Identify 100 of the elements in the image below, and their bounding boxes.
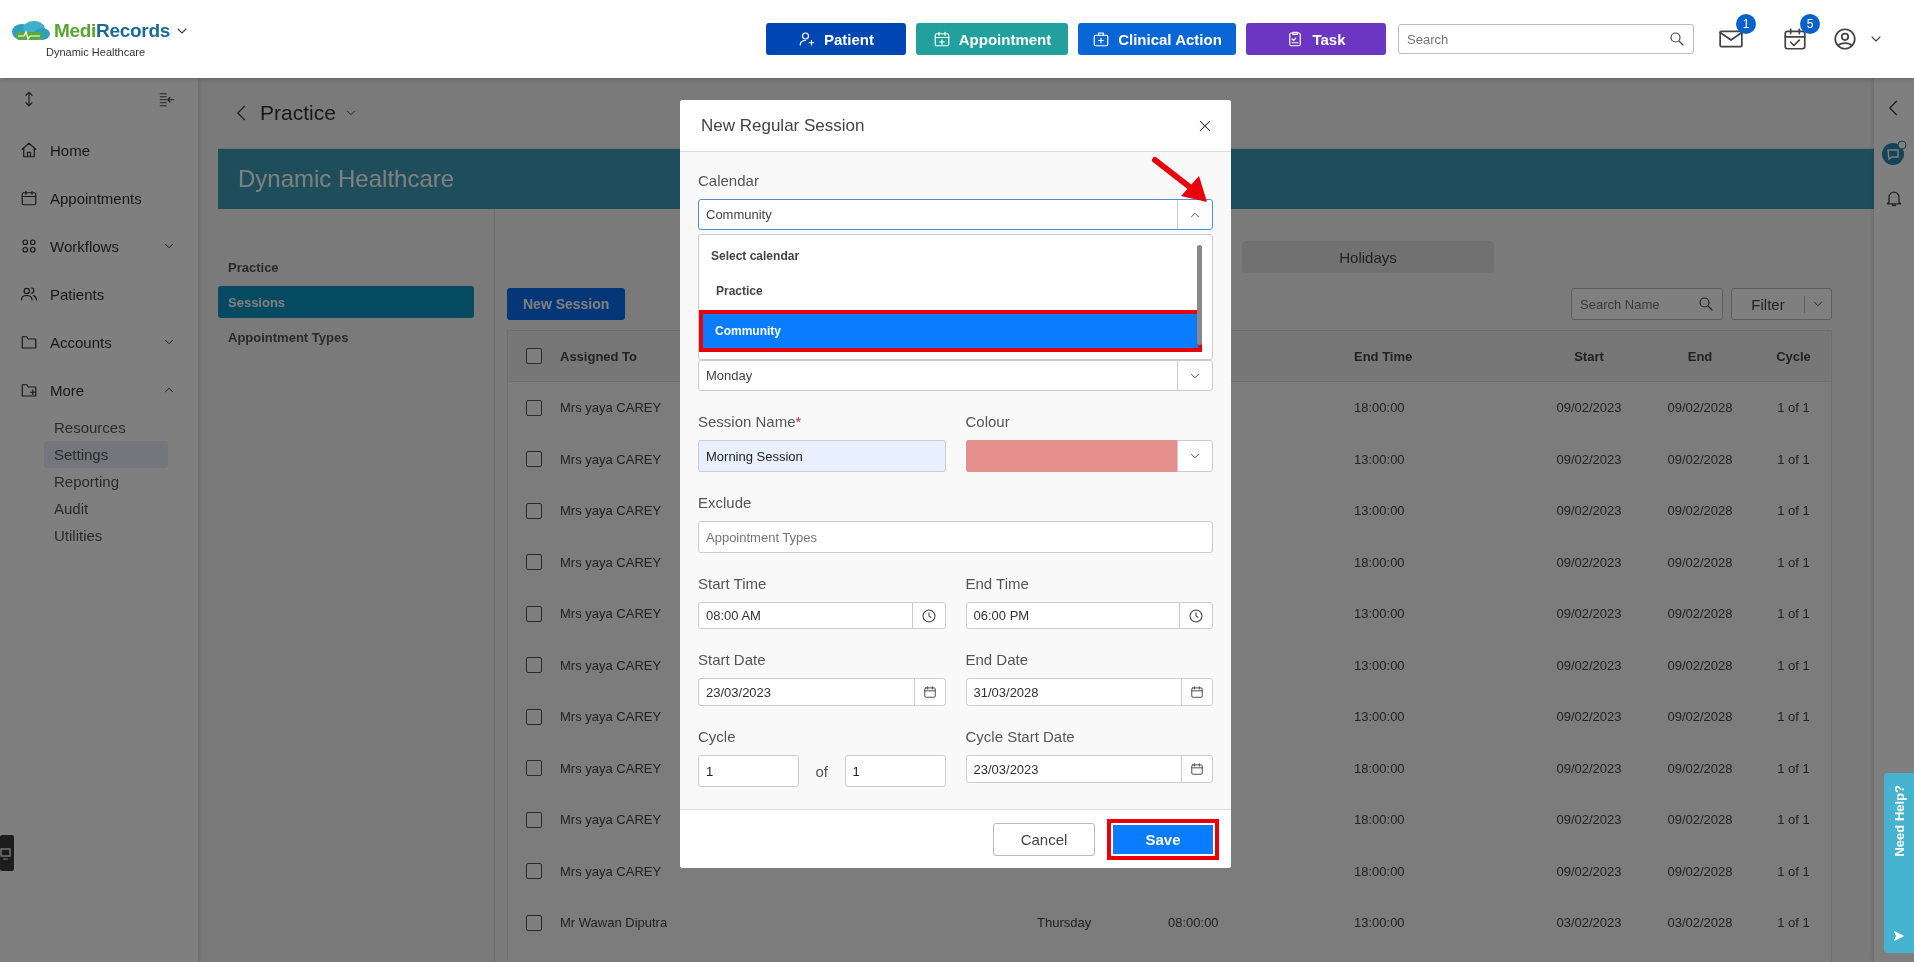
calendar-check-icon[interactable] [1782, 26, 1808, 52]
sidebar-subitem[interactable]: Reporting [44, 468, 168, 495]
field-label: End Time [965, 575, 1030, 593]
search-name-field[interactable]: Search Name [1571, 288, 1723, 320]
settings-nav-item[interactable]: Appointment Types [218, 321, 474, 353]
row-checkbox[interactable] [526, 811, 542, 828]
save-button[interactable]: Save [1113, 824, 1213, 854]
medical-case-icon [1092, 30, 1111, 48]
row-checkbox[interactable] [526, 863, 542, 880]
user-avatar-icon[interactable] [1832, 26, 1858, 52]
table-cell: 09/02/2028 [1667, 503, 1733, 519]
search-icon[interactable] [1668, 30, 1686, 48]
calendar-select[interactable]: Community [698, 199, 1213, 231]
calendar-icon[interactable] [1190, 762, 1204, 777]
row-checkbox[interactable] [526, 605, 542, 622]
chat-icon[interactable] [1881, 140, 1907, 166]
sidebar-item[interactable]: Appointments [20, 174, 176, 222]
quick-action-button[interactable]: Clinical Action [1078, 23, 1236, 55]
clock-icon[interactable] [920, 607, 937, 624]
row-checkbox[interactable] [526, 657, 542, 674]
filter-button[interactable]: Filter [1731, 288, 1832, 320]
organisation-name: Dynamic Healthcare [46, 46, 146, 58]
table-cell: 1 of 1 [1777, 863, 1810, 879]
app-logo: MediRecords [54, 20, 171, 42]
table-cell: 1 of 1 [1777, 709, 1810, 725]
collapse-menu-icon[interactable] [158, 90, 176, 108]
row-checkbox[interactable] [526, 502, 542, 519]
clock-icon[interactable] [1188, 607, 1204, 624]
table-cell: Mrs yaya CAREY [560, 657, 662, 673]
sidebar-item[interactable]: More [20, 366, 176, 414]
people-icon [20, 285, 38, 303]
table-cell: 09/02/2028 [1667, 400, 1733, 416]
new-session-button[interactable]: New Session [507, 288, 626, 320]
search-icon[interactable] [1697, 295, 1715, 313]
dropdown-option[interactable]: Community [703, 314, 1198, 349]
sidebar-subitem[interactable]: Utilities [44, 522, 168, 549]
search-field[interactable]: Search [1398, 24, 1694, 54]
table-cell: 1 of 1 [1777, 554, 1810, 570]
row-checkbox[interactable] [526, 708, 542, 725]
select-all-checkbox[interactable] [526, 348, 542, 364]
sidebar-item[interactable]: Accounts [20, 318, 176, 366]
time-field[interactable]: 08:00 AM [698, 602, 946, 630]
row-checkbox[interactable] [526, 554, 542, 571]
table-cell: 09/02/2023 [1556, 503, 1622, 519]
table-cell: 08:00:00 [1168, 915, 1219, 931]
date-field[interactable]: 23/03/2023 [965, 755, 1213, 784]
table-cell: 09/02/2028 [1667, 812, 1733, 828]
sidebar-item[interactable]: Workflows [20, 222, 176, 270]
table-cell: 13:00:00 [1354, 915, 1405, 931]
table-cell: Mrs yaya CAREY [560, 451, 662, 467]
table-cell: 18:00:00 [1354, 554, 1405, 570]
date-field[interactable]: 23/03/2023 [698, 678, 946, 707]
table-cell: 1 of 1 [1777, 812, 1810, 828]
table-cell: Mrs yaya CAREY [560, 709, 662, 725]
quick-action-button[interactable]: Patient [766, 23, 906, 55]
settings-nav-item[interactable]: Sessions [218, 286, 474, 318]
table-cell: 09/02/2023 [1556, 451, 1622, 467]
need-help-tab[interactable]: Need Help? [1884, 773, 1914, 953]
calendar-icon[interactable] [922, 685, 937, 700]
day-select[interactable]: Monday [698, 360, 1213, 392]
table-cell: 18:00:00 [1354, 863, 1405, 879]
page-title[interactable]: Practice [260, 101, 336, 125]
table-cell: 09/02/2023 [1556, 606, 1622, 622]
session-name-field[interactable]: Morning Session [698, 440, 946, 473]
cycle-field[interactable]: 1 [698, 755, 799, 788]
count-badge: 5 [1800, 14, 1820, 34]
table-cell: 13:00:00 [1354, 657, 1405, 673]
row-checkbox[interactable] [526, 399, 542, 416]
table-cell: 1 of 1 [1777, 657, 1810, 673]
dropdown-option[interactable]: Practice [699, 272, 1190, 311]
table-cell: 09/02/2028 [1667, 863, 1733, 879]
table-cell: 09/02/2028 [1667, 657, 1733, 673]
sidebar-subitem[interactable]: Resources [44, 414, 168, 441]
row-checkbox[interactable] [526, 451, 542, 468]
row-checkbox[interactable] [526, 760, 542, 777]
sidebar-item[interactable]: Patients [20, 270, 176, 318]
monitor-tab-icon[interactable] [0, 835, 14, 871]
quick-action-button[interactable]: Task [1246, 23, 1386, 55]
field-label: Cycle [698, 728, 737, 746]
quick-action-button[interactable]: Appointment [916, 23, 1068, 55]
sidebar-subitem[interactable]: Audit [44, 495, 168, 522]
table-cell: 09/02/2028 [1667, 554, 1733, 570]
table-cell: Mrs yaya CAREY [560, 606, 662, 622]
calendar-icon[interactable] [1190, 685, 1204, 700]
cycle-total-field[interactable]: 1 [844, 755, 946, 788]
date-field[interactable]: 31/03/2028 [965, 678, 1213, 707]
dropdown-option[interactable]: Select calendar [699, 240, 1190, 273]
dialog-title: New Regular Session [701, 115, 865, 136]
scrollbar[interactable] [1197, 245, 1202, 346]
sidebar-item[interactable]: Home [20, 126, 176, 174]
cancel-button[interactable]: Cancel [993, 822, 1095, 856]
table-cell: 09/02/2023 [1556, 760, 1622, 776]
table-cell: 1 of 1 [1777, 606, 1810, 622]
tab[interactable]: Holidays [1242, 241, 1494, 273]
sidebar-subitem[interactable]: Settings [44, 441, 168, 468]
time-field[interactable]: 06:00 PM [965, 602, 1213, 630]
settings-nav-item[interactable]: Practice [218, 251, 474, 283]
calendar-icon [20, 189, 38, 207]
exclude-field[interactable]: Appointment Types [698, 521, 1213, 554]
row-checkbox[interactable] [526, 914, 542, 931]
